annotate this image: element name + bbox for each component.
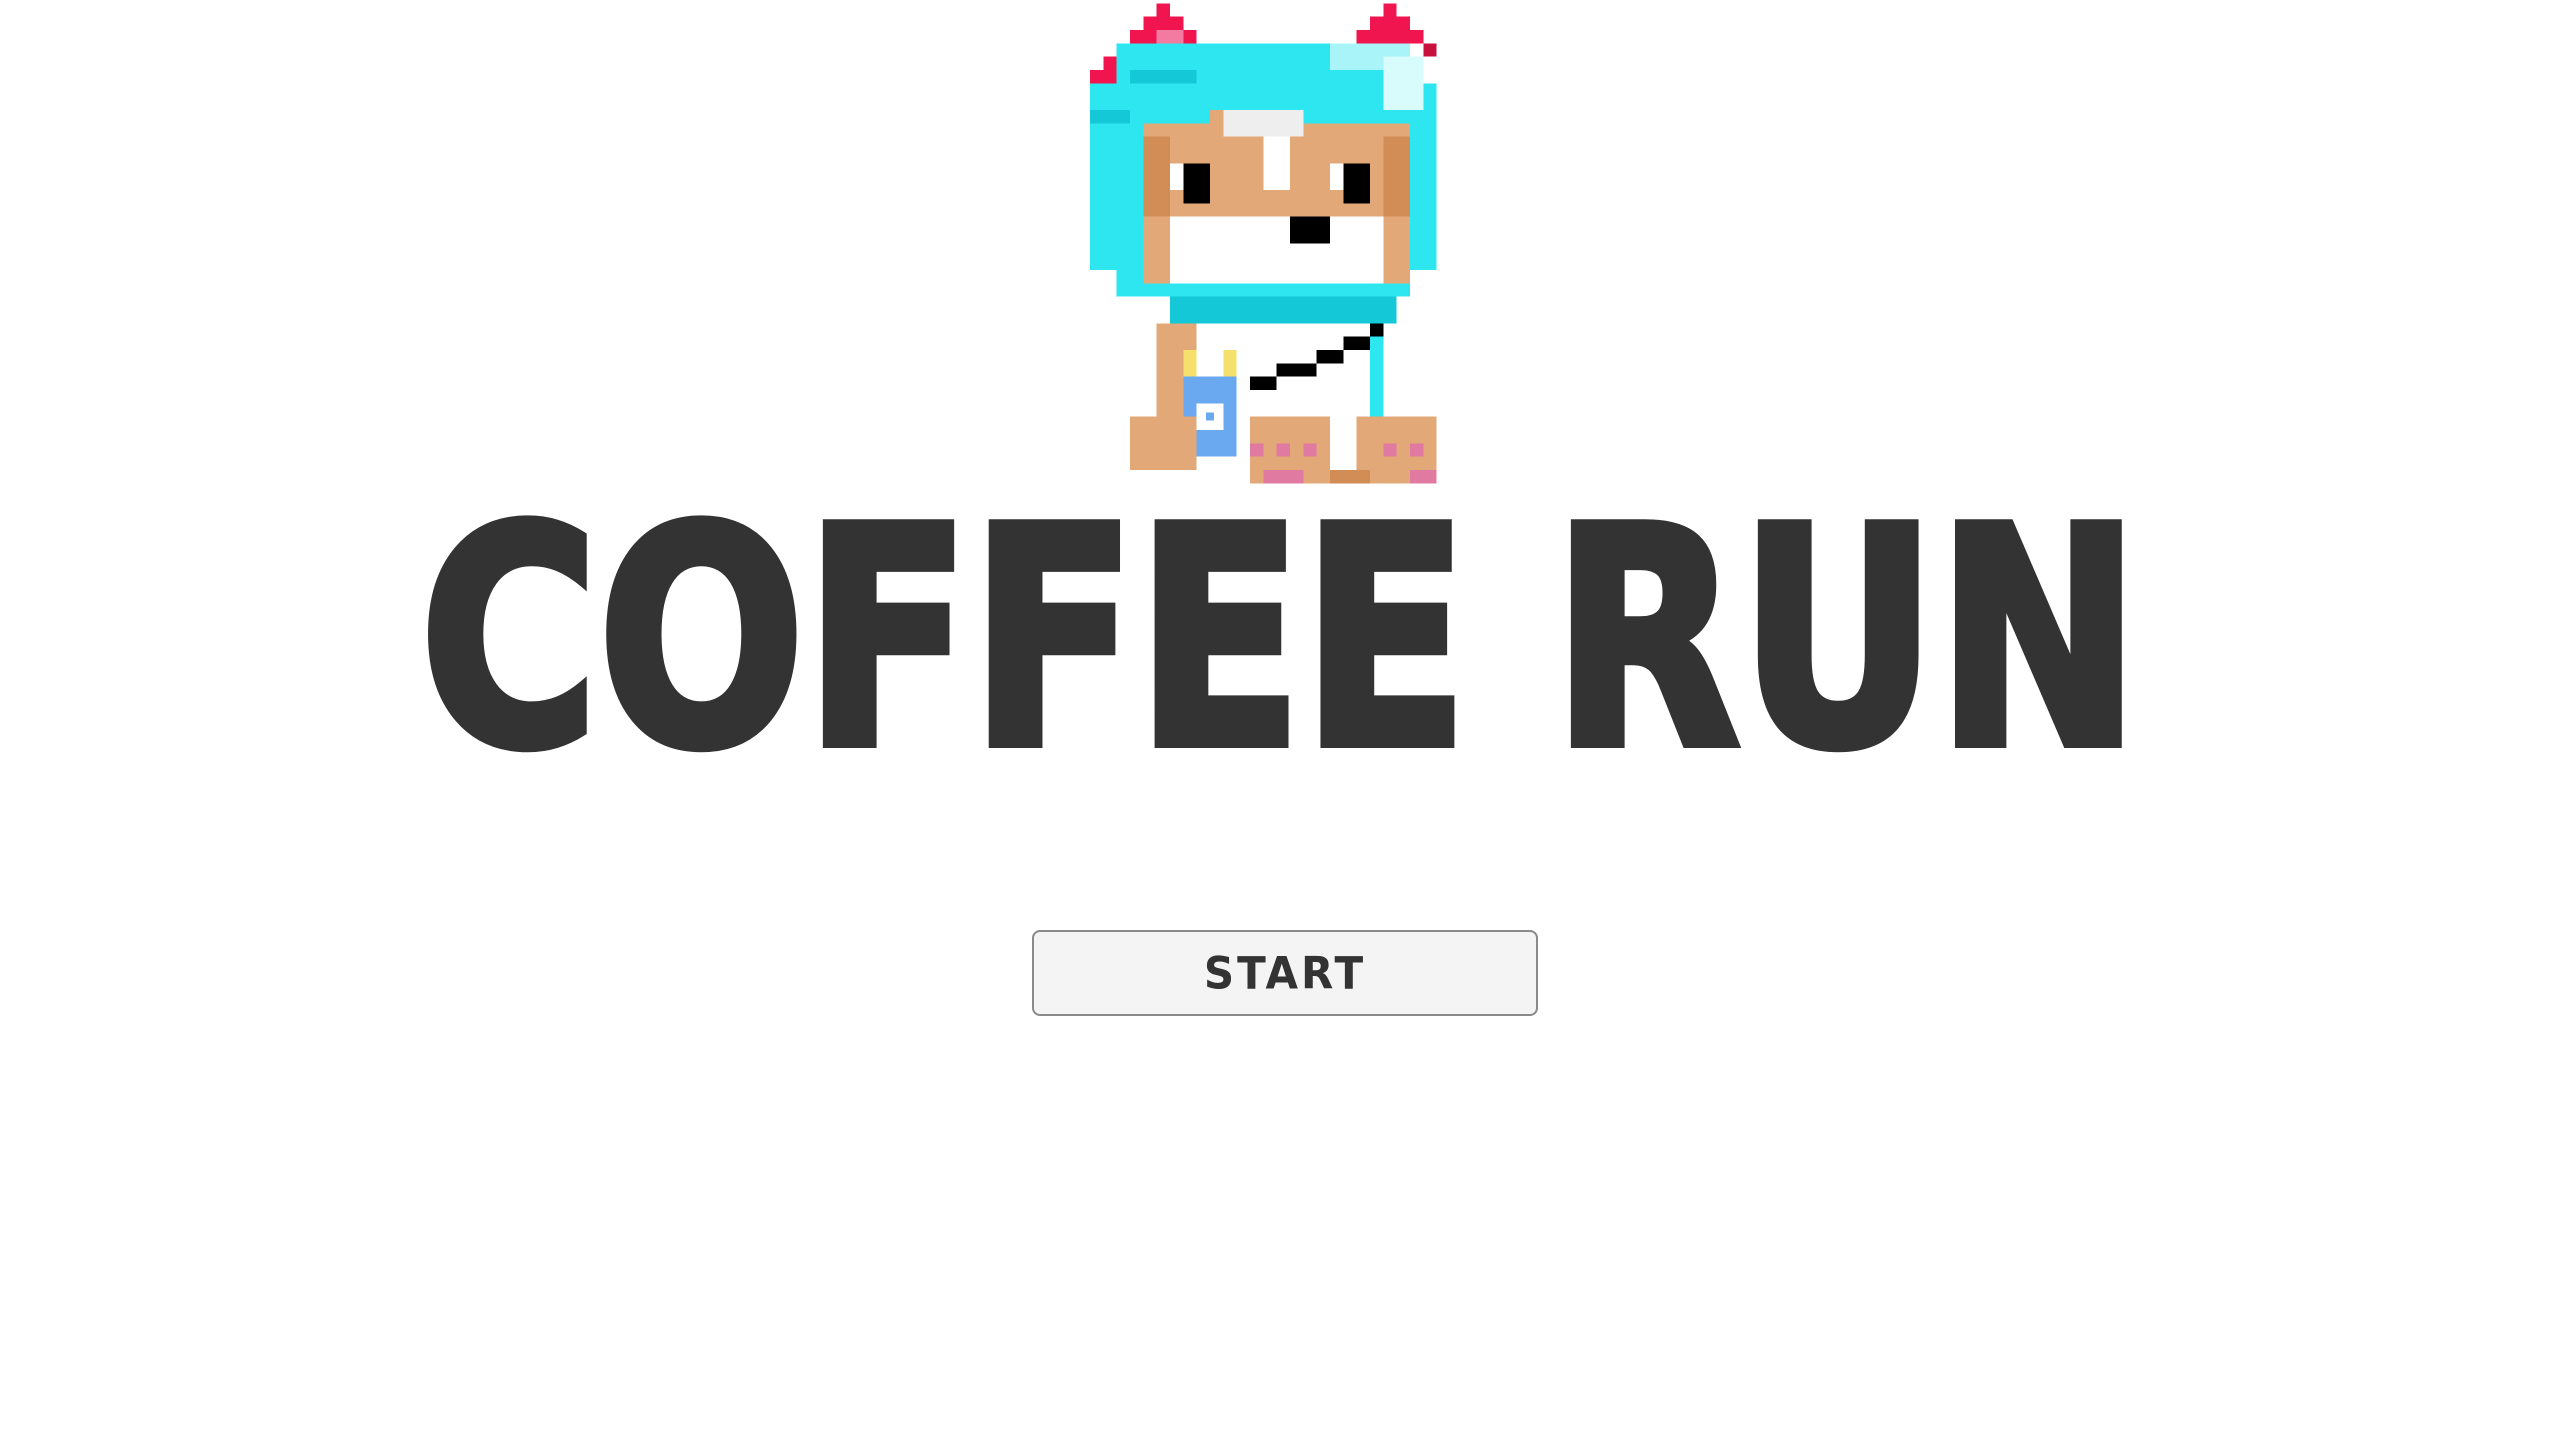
title-screen: COFFEE RUN START bbox=[0, 0, 2560, 1437]
start-button[interactable]: START bbox=[1032, 930, 1538, 1016]
pixel-cat-mascot-icon bbox=[1090, 3, 1437, 484]
start-button-label: START bbox=[1203, 947, 1367, 999]
